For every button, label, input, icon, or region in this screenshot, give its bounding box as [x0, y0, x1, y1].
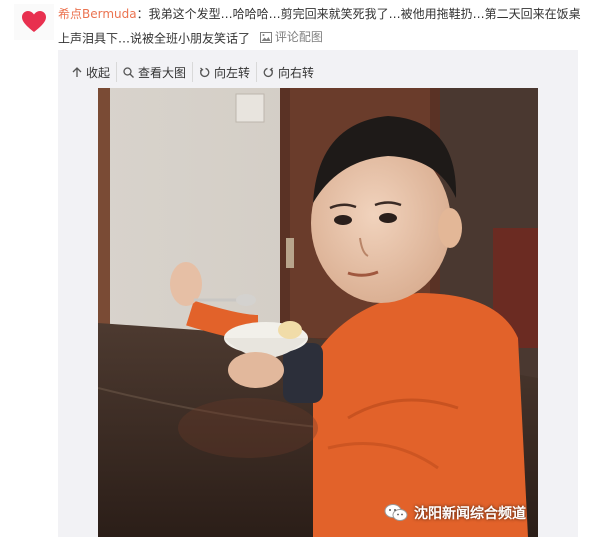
- author-separator: ：: [136, 7, 149, 21]
- rotate-left-icon: [199, 67, 210, 77]
- view-large-button[interactable]: 查看大图: [117, 62, 194, 82]
- author-link[interactable]: 希点Bermuda: [58, 7, 137, 21]
- media-toolbar: 收起 查看大图 向左转 向右转: [72, 62, 320, 82]
- magnifier-icon: [123, 66, 134, 78]
- watermark: 沈阳新闻综合频道: [384, 503, 526, 523]
- post-photo[interactable]: 沈阳新闻综合频道: [98, 88, 538, 537]
- post-text-line2: 上声泪具下…说被全班小朋友笑话了: [58, 31, 251, 46]
- rotate-right-label: 向右转: [278, 65, 315, 80]
- comment-image-label: 评论配图: [274, 30, 323, 44]
- wechat-icon: [384, 504, 408, 521]
- collapse-label: 收起: [86, 65, 111, 80]
- rotate-right-button[interactable]: 向右转: [257, 62, 320, 82]
- arrow-up-icon: [72, 66, 82, 77]
- heart-icon: [22, 11, 46, 32]
- rotate-left-button[interactable]: 向左转: [193, 62, 258, 82]
- avatar[interactable]: [14, 4, 54, 40]
- image-icon: [259, 31, 272, 43]
- media-panel: 收起 查看大图 向左转 向右转 沈阳新闻综合频道: [58, 50, 578, 537]
- rotate-right-icon: [263, 67, 274, 77]
- rotate-left-label: 向左转: [214, 65, 251, 80]
- post-text-line1: 我弟这个发型…哈哈哈…剪完回来就笑死我了…被他用拖鞋扔…第二天回来在饭桌: [148, 7, 581, 21]
- collapse-button[interactable]: 收起: [72, 62, 118, 82]
- view-large-label: 查看大图: [138, 65, 187, 80]
- photo-illustration: [98, 88, 538, 537]
- comment-image-link[interactable]: 评论配图: [259, 26, 323, 48]
- watermark-text: 沈阳新闻综合频道: [414, 506, 526, 522]
